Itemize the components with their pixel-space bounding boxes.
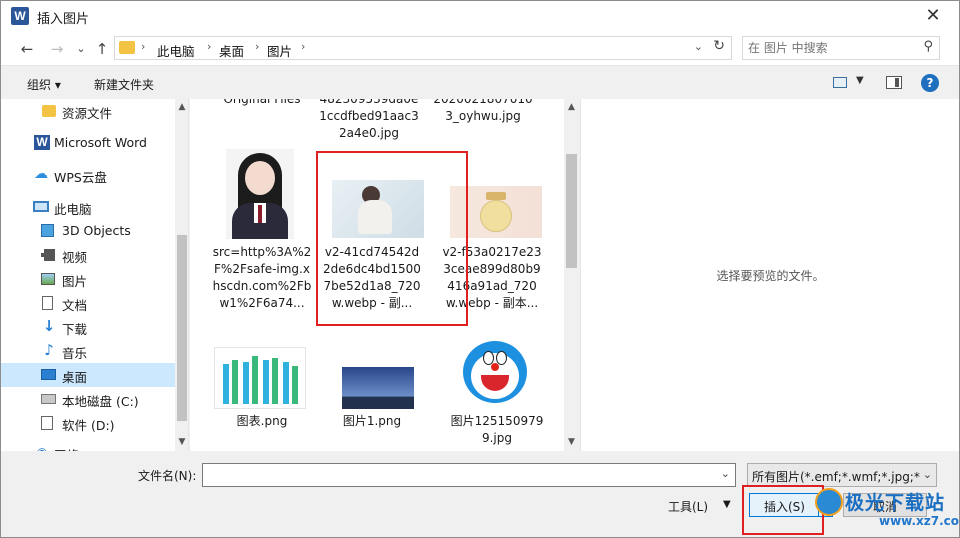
chevron-right-icon: › xyxy=(141,40,146,53)
watermark-url: www.xz7.com xyxy=(879,514,960,528)
scroll-down-icon[interactable]: ▼ xyxy=(566,437,577,447)
nav-item-local-disk-c[interactable]: 本地磁盘 (C:) xyxy=(1,387,175,411)
filename-combobox[interactable]: ⌄ xyxy=(202,463,736,487)
file-list-scrollbar[interactable]: ▲ ▼ xyxy=(564,99,579,451)
tools-dropdown-icon[interactable]: ▼ xyxy=(723,499,731,510)
address-dropdown-icon[interactable]: ⌄ xyxy=(694,40,703,53)
cloud-icon: ☁ xyxy=(34,166,48,182)
recent-dropdown-icon[interactable]: ⌄ xyxy=(71,39,91,59)
scrollbar-thumb[interactable] xyxy=(566,154,577,268)
nav-item-desktop[interactable]: 桌面 xyxy=(1,363,175,387)
video-icon xyxy=(41,249,55,261)
nav-item-3d-objects[interactable]: 3D Objects xyxy=(1,219,175,243)
nav-item-videos[interactable]: 视频 xyxy=(1,243,175,267)
nav-item-software-d[interactable]: 软件 (D:) xyxy=(1,411,175,435)
nav-scrollbar[interactable]: ▲ ▼ xyxy=(175,99,188,451)
refresh-icon[interactable]: ↻ xyxy=(713,38,725,54)
breadcrumb-desktop[interactable]: 桌面 xyxy=(219,41,244,60)
folder-icon xyxy=(42,105,56,117)
chevron-right-icon: › xyxy=(207,40,212,53)
document-icon xyxy=(42,296,53,310)
command-bar: 组织 ▾ 新建文件夹 ▼ ? xyxy=(1,65,959,99)
address-row: ← → ⌄ ↑ › 此电脑 › 桌面 › 图片 › ⌄ ↻ ⚲ xyxy=(1,31,959,65)
cube-icon xyxy=(41,224,54,237)
new-folder-button[interactable]: 新建文件夹 xyxy=(94,76,154,93)
portrait-thumbnail xyxy=(226,149,294,239)
filename-input[interactable] xyxy=(207,467,707,483)
insert-picture-dialog: W 插入图片 ✕ ← → ⌄ ↑ › 此电脑 › 桌面 › 图片 › ⌄ ↻ ⚲… xyxy=(0,0,960,538)
highlight-selected-file xyxy=(316,151,468,326)
word-app-icon: W xyxy=(11,7,29,25)
drive-icon xyxy=(41,394,56,404)
scroll-up-icon[interactable]: ▲ xyxy=(566,102,577,112)
nav-item-downloads[interactable]: ↓ 下载 xyxy=(1,315,175,339)
search-icon: ⚲ xyxy=(923,39,933,54)
address-bar[interactable]: › 此电脑 › 桌面 › 图片 › ⌄ ↻ xyxy=(114,36,732,60)
watermark-logo-icon xyxy=(815,488,843,516)
window-title: 插入图片 xyxy=(37,12,90,27)
drive-icon xyxy=(41,416,53,430)
pictures-icon xyxy=(41,273,55,285)
watermark: 极光下载站 www.xz7.com xyxy=(813,486,960,536)
preview-placeholder: 选择要预览的文件。 xyxy=(716,269,825,283)
music-icon: ♪ xyxy=(44,341,54,359)
file-type-select[interactable]: 所有图片(*.emf;*.wmf;*.jpg;*.jpeg ⌄ xyxy=(747,463,937,487)
chevron-right-icon: › xyxy=(301,40,306,53)
highlight-insert-button xyxy=(742,485,824,535)
preview-pane: 选择要预览的文件。 xyxy=(580,99,959,451)
breadcrumb-this-pc[interactable]: 此电脑 xyxy=(157,41,195,60)
navigation-pane[interactable]: 资源文件 W Microsoft Word ☁ WPS云盘 此电脑 3D Obj… xyxy=(1,99,189,451)
chart-thumbnail xyxy=(214,347,306,409)
nav-item-documents[interactable]: 文档 xyxy=(1,291,175,315)
title-bar: W 插入图片 ✕ xyxy=(1,1,959,31)
back-arrow-icon[interactable]: ← xyxy=(17,39,37,59)
nav-item-resource-files[interactable]: 资源文件 xyxy=(1,99,175,123)
nav-item-network[interactable]: ◉ 网络 xyxy=(1,441,175,451)
scrollbar-thumb[interactable] xyxy=(177,235,187,421)
nav-item-microsoft-word[interactable]: W Microsoft Word xyxy=(1,131,175,155)
cityscape-thumbnail xyxy=(342,367,414,409)
chevron-down-icon: ⌄ xyxy=(922,468,932,481)
doraemon-thumbnail xyxy=(459,339,531,409)
scroll-down-icon[interactable]: ▼ xyxy=(177,437,187,447)
nav-item-this-pc[interactable]: 此电脑 xyxy=(1,195,175,219)
computer-icon xyxy=(33,201,49,212)
folder-icon xyxy=(119,41,135,54)
chevron-down-icon[interactable]: ⌄ xyxy=(721,467,730,480)
change-view-icon[interactable] xyxy=(833,77,847,88)
watermark-brand: 极光下载站 xyxy=(845,492,946,514)
filename-label: 文件名(N): xyxy=(138,469,197,483)
up-arrow-icon[interactable]: ↑ xyxy=(92,39,112,59)
help-icon[interactable]: ? xyxy=(921,74,939,92)
view-dropdown-icon[interactable]: ▼ xyxy=(856,75,864,86)
desktop-icon xyxy=(41,369,56,380)
organize-button[interactable]: 组织 ▾ xyxy=(27,76,61,93)
nav-item-pictures[interactable]: 图片 xyxy=(1,267,175,291)
nav-item-wps-cloud[interactable]: ☁ WPS云盘 xyxy=(1,163,175,187)
preview-pane-icon[interactable] xyxy=(886,76,902,89)
close-icon[interactable]: ✕ xyxy=(915,3,951,29)
forward-arrow-icon[interactable]: → xyxy=(47,39,67,59)
download-icon: ↓ xyxy=(42,317,56,335)
tools-button[interactable]: 工具(L) xyxy=(668,498,708,515)
chevron-right-icon: › xyxy=(255,40,260,53)
word-icon: W xyxy=(34,135,50,150)
scroll-up-icon[interactable]: ▲ xyxy=(177,102,187,112)
search-input[interactable] xyxy=(748,40,908,56)
search-box[interactable]: ⚲ xyxy=(742,36,940,60)
nav-item-music[interactable]: ♪ 音乐 xyxy=(1,339,175,363)
breadcrumb-pictures[interactable]: 图片 xyxy=(267,41,292,60)
